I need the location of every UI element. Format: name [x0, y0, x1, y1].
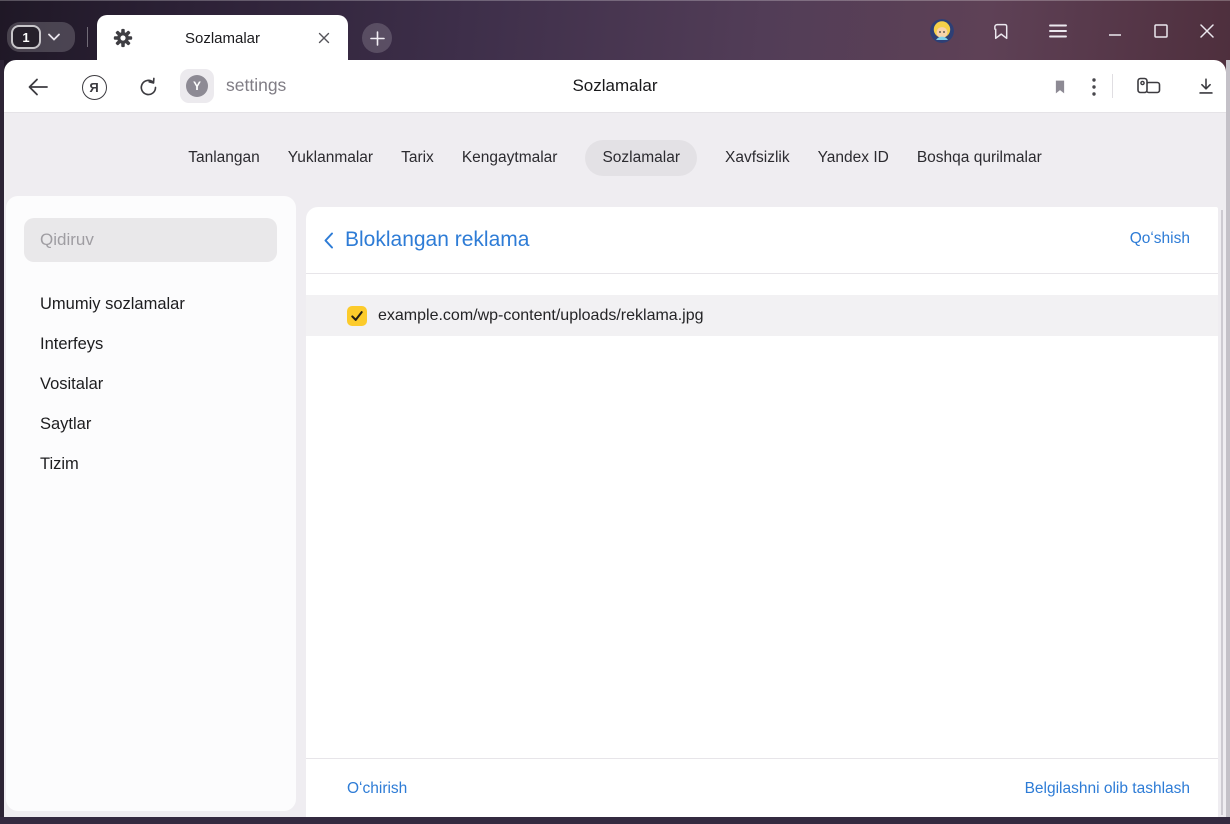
tab-counter-button[interactable]: 1: [7, 22, 75, 52]
header-divider: [306, 273, 1218, 274]
window-close-button[interactable]: [1184, 8, 1230, 54]
window-border-bottom: [0, 817, 1230, 824]
close-icon: [1200, 24, 1214, 38]
chevron-down-icon: [48, 33, 60, 41]
close-icon: [318, 32, 330, 44]
passwords-button[interactable]: [1132, 71, 1164, 103]
scrollbar[interactable]: [1221, 210, 1223, 815]
nav-tab-yuklanmalar[interactable]: Yuklanmalar: [288, 149, 373, 167]
back-to-settings-button[interactable]: [323, 232, 334, 249]
new-tab-button[interactable]: [362, 23, 392, 53]
bookmark-flag-icon: [994, 23, 1008, 40]
sidebar-item-umumiy-sozlamalar[interactable]: Umumiy sozlamalar: [6, 284, 296, 324]
window-border-right: [1226, 60, 1230, 824]
bookmark-button[interactable]: [1044, 71, 1076, 103]
maximize-icon: [1154, 24, 1168, 38]
menu-button[interactable]: [1038, 11, 1078, 51]
profile-avatar[interactable]: [922, 11, 962, 51]
titlebar-divider: [87, 27, 88, 47]
blocked-ads-panel: Bloklangan reklama Qoʻshish example.com/…: [306, 207, 1218, 818]
panel-footer: Oʻchirish Belgilashni olib tashlash: [306, 759, 1218, 818]
tab-title: Sozlamalar: [184, 29, 261, 47]
sidebar-item-saytlar[interactable]: Saytlar: [6, 404, 296, 444]
checkmark-icon: [351, 310, 363, 321]
panel-header: Bloklangan reklama Qoʻshish: [306, 207, 1218, 273]
maximize-button[interactable]: [1138, 8, 1184, 54]
browser-tab-settings[interactable]: Sozlamalar: [97, 15, 348, 61]
minimize-icon: [1109, 34, 1121, 36]
tab-count: 1: [22, 29, 30, 45]
sidebar-item-interfeys[interactable]: Interfeys: [6, 324, 296, 364]
nav-tab-sozlamalar[interactable]: Sozlamalar: [585, 140, 697, 176]
tab-count-badge: 1: [11, 25, 41, 49]
notifications-button[interactable]: [980, 11, 1020, 51]
nav-tab-xavfsizlik[interactable]: Xavfsizlik: [725, 149, 790, 167]
bookmark-icon: [1055, 80, 1065, 94]
minimize-button[interactable]: [1092, 8, 1138, 54]
sidebar-item-tizim[interactable]: Tizim: [6, 444, 296, 484]
toolbar-page-title: Sozlamalar: [572, 76, 658, 95]
settings-sidebar: Umumiy sozlamalar Interfeys Vositalar Sa…: [6, 196, 296, 811]
plus-icon: [369, 30, 385, 46]
search-input[interactable]: [24, 218, 277, 262]
delete-link[interactable]: Oʻchirish: [347, 780, 407, 798]
settings-nav: Tanlangan Yuklanmalar Tarix Kengaytmalar…: [0, 113, 1230, 203]
gear-icon: [113, 28, 133, 53]
tab-close-button[interactable]: [312, 26, 336, 50]
clear-selection-link[interactable]: Belgilashni olib tashlash: [1025, 780, 1190, 798]
nav-tab-yandex-id[interactable]: Yandex ID: [818, 149, 889, 167]
row-checkbox[interactable]: [347, 305, 367, 326]
avatar: [930, 19, 954, 43]
blocked-ad-url: example.com/wp-content/uploads/reklama.j…: [378, 306, 704, 324]
add-link[interactable]: Qoʻshish: [1130, 230, 1190, 248]
window-border-left: [0, 60, 4, 824]
toolbar-divider: [1112, 74, 1113, 98]
sidebar-item-vositalar[interactable]: Vositalar: [6, 364, 296, 404]
download-icon: [1199, 78, 1213, 94]
nav-tab-tarix[interactable]: Tarix: [401, 149, 434, 167]
kebab-menu-icon: [1092, 78, 1096, 96]
browser-window: 1 Sozlamalar Я Y settings Sozlamalar Tan…: [0, 0, 1230, 824]
blocked-ad-row[interactable]: example.com/wp-content/uploads/reklama.j…: [306, 295, 1218, 336]
nav-tab-kengaytmalar[interactable]: Kengaytmalar: [462, 149, 558, 167]
downloads-button[interactable]: [1190, 71, 1222, 103]
hamburger-icon: [1049, 24, 1067, 38]
browser-toolbar: Я Y settings Sozlamalar: [4, 60, 1226, 113]
chevron-left-icon: [324, 232, 333, 248]
key-card-icon: [1136, 77, 1160, 94]
page-title[interactable]: Bloklangan reklama: [345, 228, 529, 252]
more-menu-button[interactable]: [1078, 71, 1110, 103]
nav-tab-boshqa-qurilmalar[interactable]: Boshqa qurilmalar: [917, 149, 1042, 167]
nav-tab-tanlangan[interactable]: Tanlangan: [188, 149, 260, 167]
